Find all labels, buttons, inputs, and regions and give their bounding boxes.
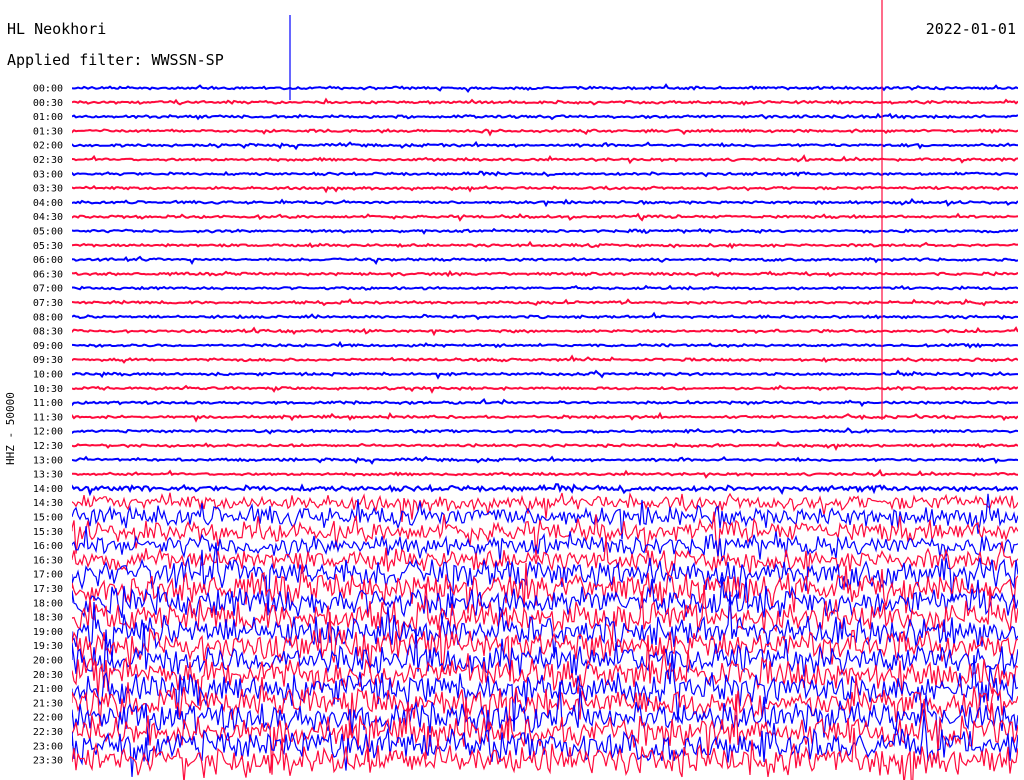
tick-label-0000: 00:00 [33, 84, 63, 95]
tick-label-0830: 08:30 [33, 327, 63, 338]
tick-label-0730: 07:30 [33, 298, 63, 309]
tick-label-1130: 11:30 [33, 412, 63, 423]
tick-label-1200: 12:00 [33, 427, 63, 438]
tick-label-0230: 02:30 [33, 155, 63, 166]
tick-label-0630: 06:30 [33, 269, 63, 280]
tick-label-2330: 23:30 [33, 756, 63, 767]
tick-label-2000: 20:00 [33, 656, 63, 667]
tick-label-1430: 14:30 [33, 498, 63, 509]
tick-label-0130: 01:30 [33, 126, 63, 137]
tick-label-1500: 15:00 [33, 513, 63, 524]
tick-label-2100: 21:00 [33, 684, 63, 695]
tick-label-0930: 09:30 [33, 355, 63, 366]
trace-row-0700 [72, 284, 1018, 291]
tick-label-0700: 07:00 [33, 284, 63, 295]
trace-row-0130 [72, 128, 1018, 137]
trace-row-0300 [72, 170, 1018, 178]
tick-label-0300: 03:00 [33, 169, 63, 180]
tick-label-1600: 16:00 [33, 541, 63, 552]
tick-label-0500: 05:00 [33, 227, 63, 238]
helicorder-plot: 00:00 00:30 01:00 01:30 02:00 02:30 03:00 03:30… [33, 0, 1018, 780]
trace-row-0630 [72, 269, 1018, 278]
trace-row-1230 [72, 441, 1018, 452]
tick-label-1800: 18:00 [33, 598, 63, 609]
trace-row-0030 [72, 97, 1018, 107]
trace-row-0500 [72, 227, 1018, 235]
trace-row-0600 [72, 255, 1018, 266]
trace-row-0730 [72, 298, 1018, 307]
tick-label-2130: 21:30 [33, 698, 63, 709]
trace-row-0930 [72, 354, 1018, 364]
trace-row-1200 [72, 427, 1018, 435]
time-tick-labels: 00:00 00:30 01:00 01:30 02:00 02:30 03:00 03:30… [33, 84, 63, 767]
tick-label-1630: 16:30 [33, 555, 63, 566]
trace-row-2330 [72, 727, 1018, 780]
tick-label-1730: 17:30 [33, 584, 63, 595]
trace-row-1030 [72, 384, 1018, 394]
trace-row-1300 [72, 455, 1018, 465]
tick-label-1300: 13:00 [33, 455, 63, 466]
seismic-traces [72, 83, 1018, 780]
trace-row-0330 [72, 185, 1018, 194]
tick-label-1330: 13:30 [33, 470, 63, 481]
tick-label-0200: 02:00 [33, 141, 63, 152]
tick-label-1030: 10:30 [33, 384, 63, 395]
tick-label-1230: 12:30 [33, 441, 63, 452]
tick-label-0400: 04:00 [33, 198, 63, 209]
tick-label-0030: 00:30 [33, 98, 63, 109]
tick-label-0900: 09:00 [33, 341, 63, 352]
trace-row-2130 [72, 676, 1018, 744]
trace-row-1130 [72, 411, 1018, 423]
trace-row-0430 [72, 212, 1018, 222]
tick-label-1830: 18:30 [33, 613, 63, 624]
trace-row-0100 [72, 112, 1018, 121]
tick-label-2230: 22:30 [33, 727, 63, 738]
trace-row-0830 [72, 326, 1018, 337]
trace-row-1000 [72, 369, 1018, 380]
trace-row-0900 [72, 340, 1018, 349]
trace-row-0230 [72, 154, 1018, 165]
tick-label-2030: 20:30 [33, 670, 63, 681]
tick-label-0530: 05:30 [33, 241, 63, 252]
trace-row-1330 [72, 468, 1018, 479]
tick-label-2300: 23:00 [33, 741, 63, 752]
tick-label-1930: 19:30 [33, 641, 63, 652]
tick-label-1100: 11:00 [33, 398, 63, 409]
tick-label-0100: 01:00 [33, 112, 63, 123]
tick-label-0330: 03:30 [33, 184, 63, 195]
trace-row-0800 [72, 311, 1018, 321]
tick-label-1000: 10:00 [33, 370, 63, 381]
tick-label-1400: 14:00 [33, 484, 63, 495]
tick-label-1530: 15:30 [33, 527, 63, 538]
trace-row-0400 [72, 197, 1018, 208]
trace-row-0530 [72, 240, 1018, 250]
trace-row-0200 [72, 140, 1018, 151]
trace-row-0000 [72, 83, 1018, 93]
transient-spikes [289, 0, 883, 420]
tick-label-0430: 04:30 [33, 212, 63, 223]
tick-label-2200: 22:00 [33, 713, 63, 724]
trace-row-1400 [72, 483, 1018, 497]
tick-label-0600: 06:00 [33, 255, 63, 266]
trace-row-1100 [72, 398, 1018, 408]
tick-label-1900: 19:00 [33, 627, 63, 638]
tick-label-0800: 08:00 [33, 312, 63, 323]
tick-label-1700: 17:00 [33, 570, 63, 581]
